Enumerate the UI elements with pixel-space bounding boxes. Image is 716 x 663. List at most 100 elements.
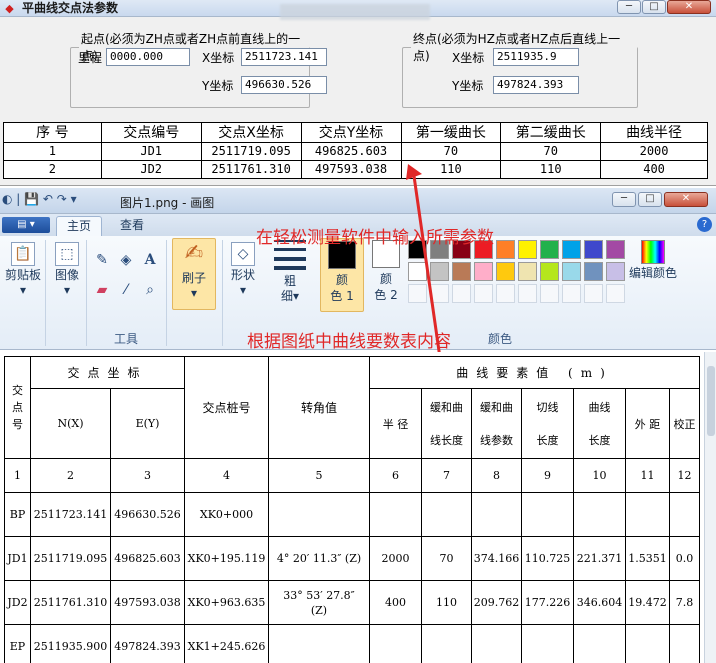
table-cell[interactable]: 2 bbox=[3, 160, 102, 179]
palette-empty-slot[interactable] bbox=[496, 284, 515, 303]
column-header[interactable]: 第二缓曲长 bbox=[500, 122, 602, 143]
palette-swatch[interactable] bbox=[518, 240, 537, 259]
edit-colors-button[interactable]: 编辑颜色 bbox=[628, 240, 678, 281]
clipboard-button[interactable]: 📋 剪贴板 ▾ bbox=[4, 242, 42, 298]
paint-menu-button[interactable]: ▤ ▾ bbox=[2, 217, 50, 233]
header-curve: 曲线 长度 bbox=[573, 388, 626, 459]
table-cell[interactable]: 2511761.310 bbox=[200, 160, 302, 179]
size-label: 粗 细 bbox=[280, 274, 296, 303]
tab-home[interactable]: 主页 bbox=[56, 216, 103, 236]
curve-cell: XK0+000 bbox=[184, 492, 269, 537]
table-cell[interactable]: 110 bbox=[500, 160, 602, 179]
palette-empty-slot[interactable] bbox=[606, 284, 625, 303]
column-header[interactable]: 第一缓曲长 bbox=[400, 122, 502, 143]
header-jd: 交 点 号 bbox=[4, 356, 31, 459]
palette-swatch[interactable] bbox=[562, 262, 581, 281]
column-header[interactable]: 交点Y坐标 bbox=[300, 122, 402, 143]
table-cell[interactable]: JD1 bbox=[100, 142, 202, 161]
palette-empty-slot[interactable] bbox=[474, 284, 493, 303]
curve-cell: 7.8 bbox=[669, 580, 700, 625]
pencil-icon[interactable]: ✎ bbox=[92, 250, 112, 270]
curve-cell: 177.226 bbox=[521, 580, 574, 625]
curve-cell bbox=[471, 492, 522, 537]
palette-swatch[interactable] bbox=[606, 262, 625, 281]
table-cell[interactable]: 400 bbox=[600, 160, 708, 179]
start-x-input[interactable]: 2511723.141 bbox=[241, 48, 327, 66]
curve-row: JD2 2511761.310 497593.038 XK0+963.635 33° 5… bbox=[4, 580, 700, 625]
eraser-icon[interactable]: ▰ bbox=[92, 280, 112, 300]
curve-cell bbox=[521, 492, 574, 537]
brush-icon: ✍ bbox=[184, 241, 204, 266]
end-x-input[interactable]: 2511935.9 bbox=[493, 48, 579, 66]
palette-swatch[interactable] bbox=[540, 262, 559, 281]
curve-cell bbox=[369, 492, 422, 537]
table-cell[interactable]: 70 bbox=[500, 142, 602, 161]
minimize-button[interactable]: ─ bbox=[617, 0, 641, 14]
table-row[interactable]: 2 JD2 2511761.310 497593.038 110 110 400 bbox=[3, 160, 708, 179]
column-header[interactable]: 交点编号 bbox=[100, 122, 202, 143]
curve-cell: 2511761.310 bbox=[30, 580, 111, 625]
curve-cell bbox=[573, 624, 626, 663]
close-button[interactable]: ✕ bbox=[667, 0, 711, 14]
shapes-button[interactable]: ◇ 形状 ▾ bbox=[226, 242, 260, 298]
scrollbar-thumb[interactable] bbox=[707, 366, 715, 436]
start-y-input[interactable]: 496630.526 bbox=[241, 76, 327, 94]
magnifier-icon[interactable]: ⌕ bbox=[140, 280, 160, 300]
vertical-scrollbar[interactable] bbox=[704, 352, 716, 663]
curve-cell: 2511719.095 bbox=[30, 536, 111, 581]
image-button[interactable]: ⬚ 图像 ▾ bbox=[50, 242, 84, 298]
table-cell[interactable]: 496825.603 bbox=[300, 142, 402, 161]
header-radius: 半 径 bbox=[369, 388, 422, 459]
intersection-table: 序 号交点编号 交点X坐标 交点Y坐标 第一缓曲长 第二缓曲长 曲线半径 1 JD1 2511… bbox=[3, 122, 708, 179]
mileage-input[interactable]: 0000.000 bbox=[106, 48, 190, 66]
column-number: 11 bbox=[625, 458, 670, 493]
curve-row: EP 2511935.900 497824.393 XK1+245.626 bbox=[4, 624, 700, 663]
header-coords: 交点坐标 bbox=[30, 356, 185, 389]
blurred-area bbox=[280, 4, 430, 20]
maximize-button[interactable]: □ bbox=[642, 0, 666, 14]
column-header[interactable]: 曲线半径 bbox=[600, 122, 708, 143]
column-header[interactable]: 交点X坐标 bbox=[200, 122, 302, 143]
palette-swatch[interactable] bbox=[606, 240, 625, 259]
column-number: 6 bbox=[369, 458, 422, 493]
size-button[interactable]: 粗 细▾ bbox=[270, 240, 310, 304]
brushes-button[interactable]: ✍ 刷子 ▾ bbox=[172, 238, 216, 310]
header-e: E(Y) bbox=[110, 388, 185, 459]
palette-swatch[interactable] bbox=[540, 240, 559, 259]
help-icon[interactable]: ? bbox=[697, 217, 712, 232]
start-x-label: X坐标 bbox=[202, 51, 235, 65]
app-icon: ◆ bbox=[5, 2, 14, 15]
palette-swatch[interactable] bbox=[518, 262, 537, 281]
text-icon[interactable]: A bbox=[140, 250, 160, 270]
quick-access-toolbar[interactable]: ◐ | 💾 ↶ ↷ ▾ bbox=[2, 192, 77, 206]
curve-cell: 496630.526 bbox=[110, 492, 185, 537]
palette-empty-slot[interactable] bbox=[518, 284, 537, 303]
palette-empty-slot[interactable] bbox=[540, 284, 559, 303]
table-cell[interactable]: 2000 bbox=[600, 142, 708, 161]
color1-button[interactable]: 颜 色 1 bbox=[320, 238, 364, 312]
column-header[interactable]: 序 号 bbox=[3, 122, 102, 143]
palette-swatch[interactable] bbox=[496, 240, 515, 259]
table-cell[interactable]: 1 bbox=[3, 142, 102, 161]
palette-swatch[interactable] bbox=[584, 262, 603, 281]
palette-empty-slot[interactable] bbox=[584, 284, 603, 303]
fill-icon[interactable]: ◈ bbox=[116, 250, 136, 270]
palette-swatch[interactable] bbox=[562, 240, 581, 259]
header-ext: 外 距 bbox=[625, 388, 670, 459]
table-row[interactable]: 1 JD1 2511719.095 496825.603 70 70 2000 bbox=[3, 142, 708, 161]
end-y-input[interactable]: 497824.393 bbox=[493, 76, 579, 94]
table-cell[interactable]: 497593.038 bbox=[300, 160, 402, 179]
paint-maximize-button[interactable]: □ bbox=[638, 192, 662, 207]
paint-close-button[interactable]: ✕ bbox=[664, 192, 708, 207]
palette-swatch[interactable] bbox=[474, 262, 493, 281]
palette-swatch[interactable] bbox=[584, 240, 603, 259]
tab-view[interactable]: 查看 bbox=[110, 216, 154, 236]
color-picker-icon[interactable]: ⁄ bbox=[116, 280, 136, 300]
drawing-canvas[interactable]: 交 点 号 交点坐标 交点桩号 转角值 曲线要素值 (m) N(X) E(Y) … bbox=[0, 352, 704, 663]
palette-empty-slot[interactable] bbox=[562, 284, 581, 303]
paint-minimize-button[interactable]: ─ bbox=[612, 192, 636, 207]
table-cell[interactable]: JD2 bbox=[100, 160, 202, 179]
curve-cell: 33° 53′ 27.8″ (Z) bbox=[268, 580, 370, 625]
table-cell[interactable]: 2511719.095 bbox=[200, 142, 302, 161]
palette-swatch[interactable] bbox=[496, 262, 515, 281]
